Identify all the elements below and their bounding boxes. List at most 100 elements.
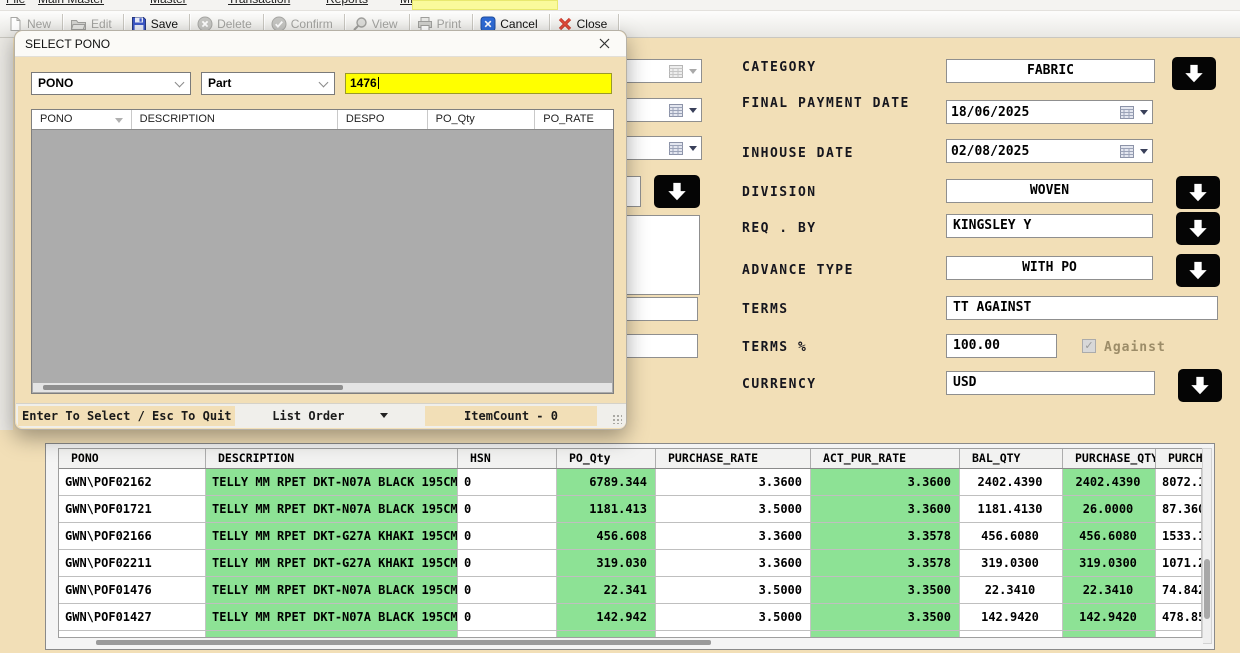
table-row[interactable] bbox=[59, 631, 1202, 637]
menu-reports[interactable]: Reports bbox=[326, 0, 368, 6]
dialog-title: SELECT PONO bbox=[25, 37, 110, 51]
req-by-lookup-button[interactable] bbox=[1176, 212, 1220, 245]
table-cell: 142.9420 bbox=[1063, 604, 1156, 630]
table-row[interactable]: GWN\POF02166TELLY MM RPET DKT-G27A KHAKI… bbox=[59, 523, 1202, 550]
currency-lookup-button[interactable] bbox=[1178, 369, 1222, 402]
advance-type-lookup-button[interactable] bbox=[1176, 254, 1220, 287]
table-row[interactable]: GWN\POF02162TELLY MM RPET DKT-N07A BLACK… bbox=[59, 469, 1202, 496]
table-cell: 0 bbox=[458, 469, 557, 495]
terms-pct-value[interactable]: 100.00 bbox=[946, 334, 1057, 358]
table-cell: 456.608 bbox=[557, 523, 656, 549]
dropdown-arrow-icon[interactable] bbox=[1140, 110, 1148, 115]
division-lookup-button[interactable] bbox=[1176, 176, 1220, 209]
column-header-purchase_rate[interactable]: PURCHASE_RATE bbox=[656, 449, 811, 468]
table-cell: 0 bbox=[458, 604, 557, 630]
pono-field-dropdown[interactable]: PONO bbox=[31, 72, 191, 95]
inhouse-date-label: INHOUSE DATE bbox=[742, 146, 854, 161]
table-cell: GWN\POF01427 bbox=[59, 604, 206, 630]
column-header-description[interactable]: DESCRIPTION bbox=[206, 449, 458, 468]
terms-value[interactable]: TT AGAINST bbox=[946, 296, 1218, 320]
table-cell: 8072.1 bbox=[1156, 469, 1202, 495]
column-header-hsn[interactable]: HSN bbox=[458, 449, 557, 468]
column-header-act_pur_rate[interactable]: ACT_PUR_RATE bbox=[811, 449, 960, 468]
division-value[interactable]: WOVEN bbox=[946, 179, 1153, 203]
table-cell: 319.0300 bbox=[960, 550, 1063, 576]
menu-file[interactable]: File bbox=[6, 0, 25, 6]
req-by-value[interactable]: KINGSLEY Y bbox=[946, 214, 1153, 238]
text-cursor bbox=[378, 77, 379, 89]
currency-value[interactable]: USD bbox=[946, 371, 1155, 395]
table-row[interactable]: GWN\POF01476TELLY MM RPET DKT-N07A BLACK… bbox=[59, 577, 1202, 604]
save-button-label: Save bbox=[151, 17, 178, 31]
menu-main-master[interactable]: Main Master bbox=[38, 0, 104, 6]
dropdown-arrow-icon[interactable] bbox=[689, 108, 697, 113]
against-checkbox[interactable]: ✓ bbox=[1082, 339, 1096, 353]
dialog-results-grid[interactable]: PONO DESCRIPTION DESPO PO_Qty PO_RATE bbox=[31, 109, 614, 394]
pono-field-dropdown-value: PONO bbox=[38, 76, 73, 90]
terms-label: TERMS bbox=[742, 302, 789, 317]
print-button-label: Print bbox=[437, 17, 462, 31]
column-header-purchase_qty[interactable]: PURCHASE_QTY bbox=[1063, 449, 1156, 468]
chevron-down-icon bbox=[319, 78, 329, 88]
column-header-po_qty[interactable]: PO_Qty bbox=[557, 449, 656, 468]
terms-pct-label: TERMS % bbox=[742, 340, 807, 355]
table-cell: 3.3500 bbox=[811, 577, 960, 603]
partial-lookup-button[interactable] bbox=[654, 175, 700, 208]
close-x-icon bbox=[599, 38, 610, 49]
table-cell: 1071.2 bbox=[1156, 550, 1202, 576]
vscrollbar-thumb[interactable] bbox=[1204, 559, 1210, 619]
table-cell: TELLY MM RPET DKT-N07A BLACK 195CM bbox=[206, 577, 458, 603]
table-cell: GWN\POF02166 bbox=[59, 523, 206, 549]
calendar-icon bbox=[1120, 106, 1134, 119]
down-arrow-icon bbox=[1189, 375, 1211, 397]
filter-arrow-icon[interactable] bbox=[115, 118, 123, 123]
column-header-po-qty[interactable]: PO_Qty bbox=[428, 110, 536, 129]
table-cell bbox=[458, 631, 557, 637]
category-value[interactable]: FABRIC bbox=[946, 59, 1155, 83]
part-field-dropdown[interactable]: Part bbox=[201, 72, 335, 95]
table-cell: 3.3600 bbox=[656, 523, 811, 549]
final-payment-date-value: 18/06/2025 bbox=[951, 105, 1120, 120]
table-cell: TELLY MM RPET DKT-N07A BLACK 195CM bbox=[206, 496, 458, 522]
table-cell: 3.5000 bbox=[656, 496, 811, 522]
advance-type-value[interactable]: WITH PO bbox=[946, 256, 1153, 280]
menu-transaction[interactable]: Transaction bbox=[228, 0, 290, 6]
category-lookup-button[interactable] bbox=[1172, 57, 1216, 90]
table-cell: 0 bbox=[458, 577, 557, 603]
category-label: CATEGORY bbox=[742, 60, 817, 75]
inhouse-date-field[interactable]: 02/08/2025 bbox=[946, 139, 1153, 163]
purchase-order-table-panel: PONODESCRIPTIONHSNPO_QtyPURCHASE_RATEACT… bbox=[45, 443, 1215, 650]
hscrollbar-thumb[interactable] bbox=[43, 385, 343, 390]
list-order-dropdown[interactable]: List Order bbox=[235, 406, 425, 426]
search-input[interactable]: 1476 bbox=[345, 73, 612, 94]
dropdown-arrow-icon[interactable] bbox=[1140, 149, 1148, 154]
dropdown-arrow-icon[interactable] bbox=[689, 146, 697, 151]
column-header-po-rate[interactable]: PO_RATE bbox=[535, 110, 613, 129]
column-header-despo[interactable]: DESPO bbox=[338, 110, 428, 129]
menubar-highlight bbox=[412, 0, 558, 10]
table-row[interactable]: GWN\POF02211TELLY MM RPET DKT-G27A KHAKI… bbox=[59, 550, 1202, 577]
column-header-bal_qty[interactable]: BAL_QTY bbox=[960, 449, 1063, 468]
dialog-close-button[interactable] bbox=[592, 34, 616, 54]
column-header-description[interactable]: DESCRIPTION bbox=[132, 110, 338, 129]
table-cell: 74.842 bbox=[1156, 577, 1202, 603]
table-cell: 456.6080 bbox=[1063, 523, 1156, 549]
table-cell: 0 bbox=[458, 550, 557, 576]
table-row[interactable]: GWN\POF01427TELLY MM RPET DKT-N07A BLACK… bbox=[59, 604, 1202, 631]
down-arrow-icon bbox=[1187, 182, 1209, 204]
column-header-purcha[interactable]: PURCHA bbox=[1156, 449, 1202, 468]
table-cell: GWN\POF02162 bbox=[59, 469, 206, 495]
status-hint: Enter To Select / Esc To Quit bbox=[18, 406, 235, 426]
hscrollbar-thumb[interactable] bbox=[96, 640, 711, 645]
table-cell: TELLY MM RPET DKT-G27A KHAKI 195CM bbox=[206, 523, 458, 549]
column-header-pono[interactable]: PONO bbox=[32, 110, 132, 129]
window-left-edge bbox=[0, 38, 13, 430]
resize-grip[interactable] bbox=[612, 414, 622, 424]
column-header-pono[interactable]: PONO bbox=[59, 449, 206, 468]
table-cell: 456.6080 bbox=[960, 523, 1063, 549]
final-payment-date-field[interactable]: 18/06/2025 bbox=[946, 100, 1153, 124]
menu-master[interactable]: Master bbox=[150, 0, 187, 6]
table-row[interactable]: GWN\POF01721TELLY MM RPET DKT-N07A BLACK… bbox=[59, 496, 1202, 523]
calendar-icon bbox=[669, 104, 683, 117]
table-cell bbox=[960, 631, 1063, 637]
